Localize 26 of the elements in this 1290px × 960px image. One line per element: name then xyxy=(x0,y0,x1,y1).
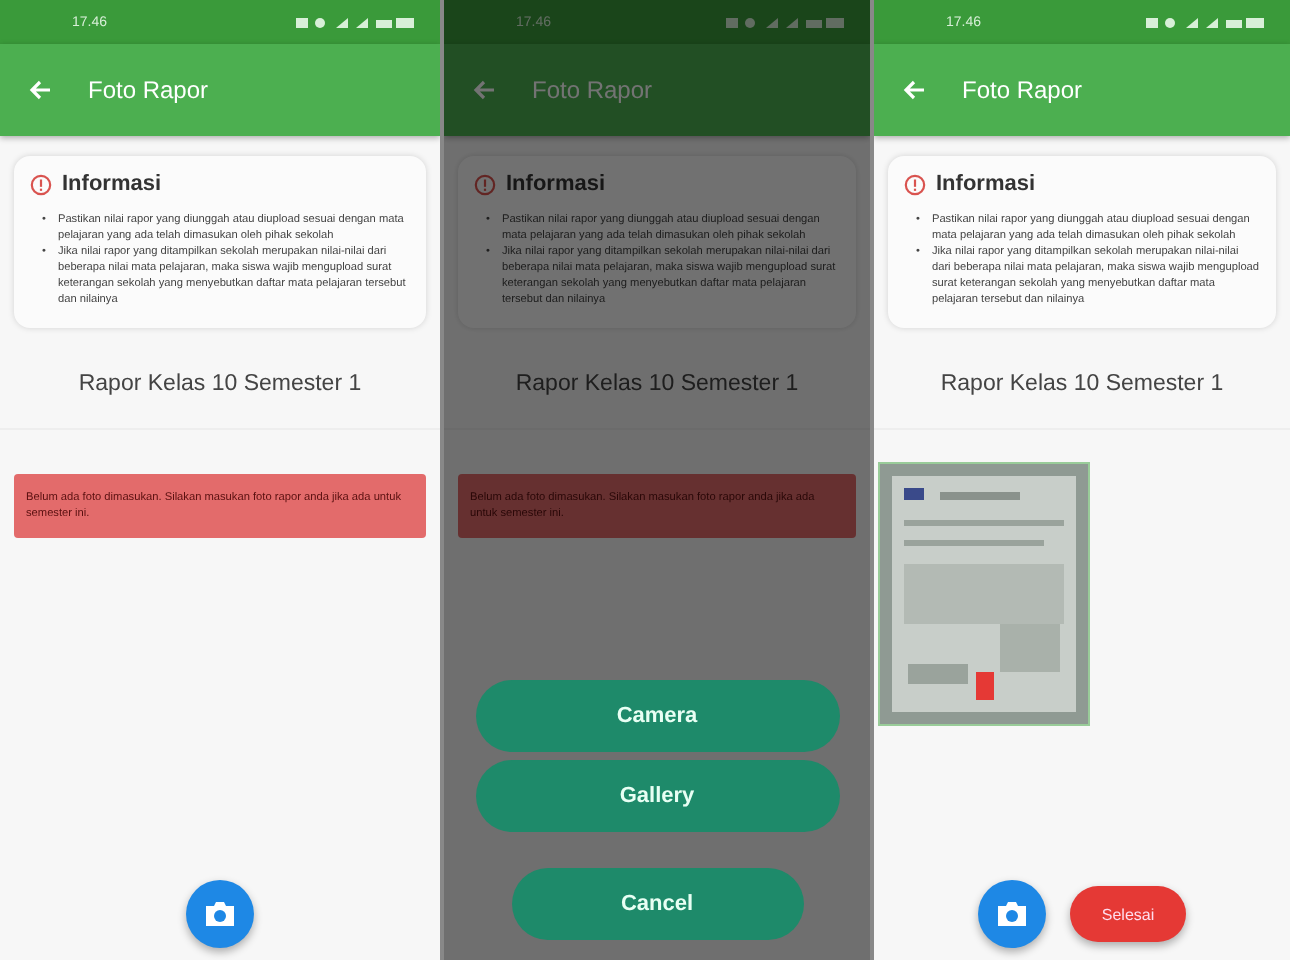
screen-title: Foto Rapor xyxy=(532,76,653,104)
info-icon xyxy=(30,173,52,195)
section-title: Rapor Kelas 10 Semester 1 xyxy=(444,372,870,430)
status-icons xyxy=(726,15,846,29)
finish-button[interactable]: Selesai xyxy=(1069,886,1187,942)
camera-button[interactable] xyxy=(186,880,254,948)
back-arrow-icon[interactable] xyxy=(28,78,52,102)
info-title: Informasi xyxy=(936,172,1036,196)
section-title: Rapor Kelas 10 Semester 1 xyxy=(874,372,1290,430)
cancel-button[interactable]: Cancel xyxy=(511,868,803,940)
info-icon xyxy=(904,173,926,195)
info-title: Informasi xyxy=(506,172,606,196)
source-option-button[interactable]: Gallery xyxy=(475,760,839,832)
screen-title: Foto Rapor xyxy=(962,76,1083,104)
back-arrow-icon[interactable] xyxy=(902,78,926,102)
section-title: Rapor Kelas 10 Semester 1 xyxy=(0,372,440,430)
camera-icon xyxy=(995,900,1028,928)
camera-icon xyxy=(204,900,236,928)
source-option-button[interactable]: Camera xyxy=(475,680,839,752)
info-icon xyxy=(474,173,496,195)
screen-title: Foto Rapor xyxy=(88,76,209,104)
back-arrow-icon[interactable] xyxy=(472,78,496,102)
camera-button[interactable] xyxy=(977,880,1046,948)
status-icons xyxy=(1146,15,1266,29)
info-title: Informasi xyxy=(62,172,162,196)
status-icons xyxy=(296,15,416,29)
